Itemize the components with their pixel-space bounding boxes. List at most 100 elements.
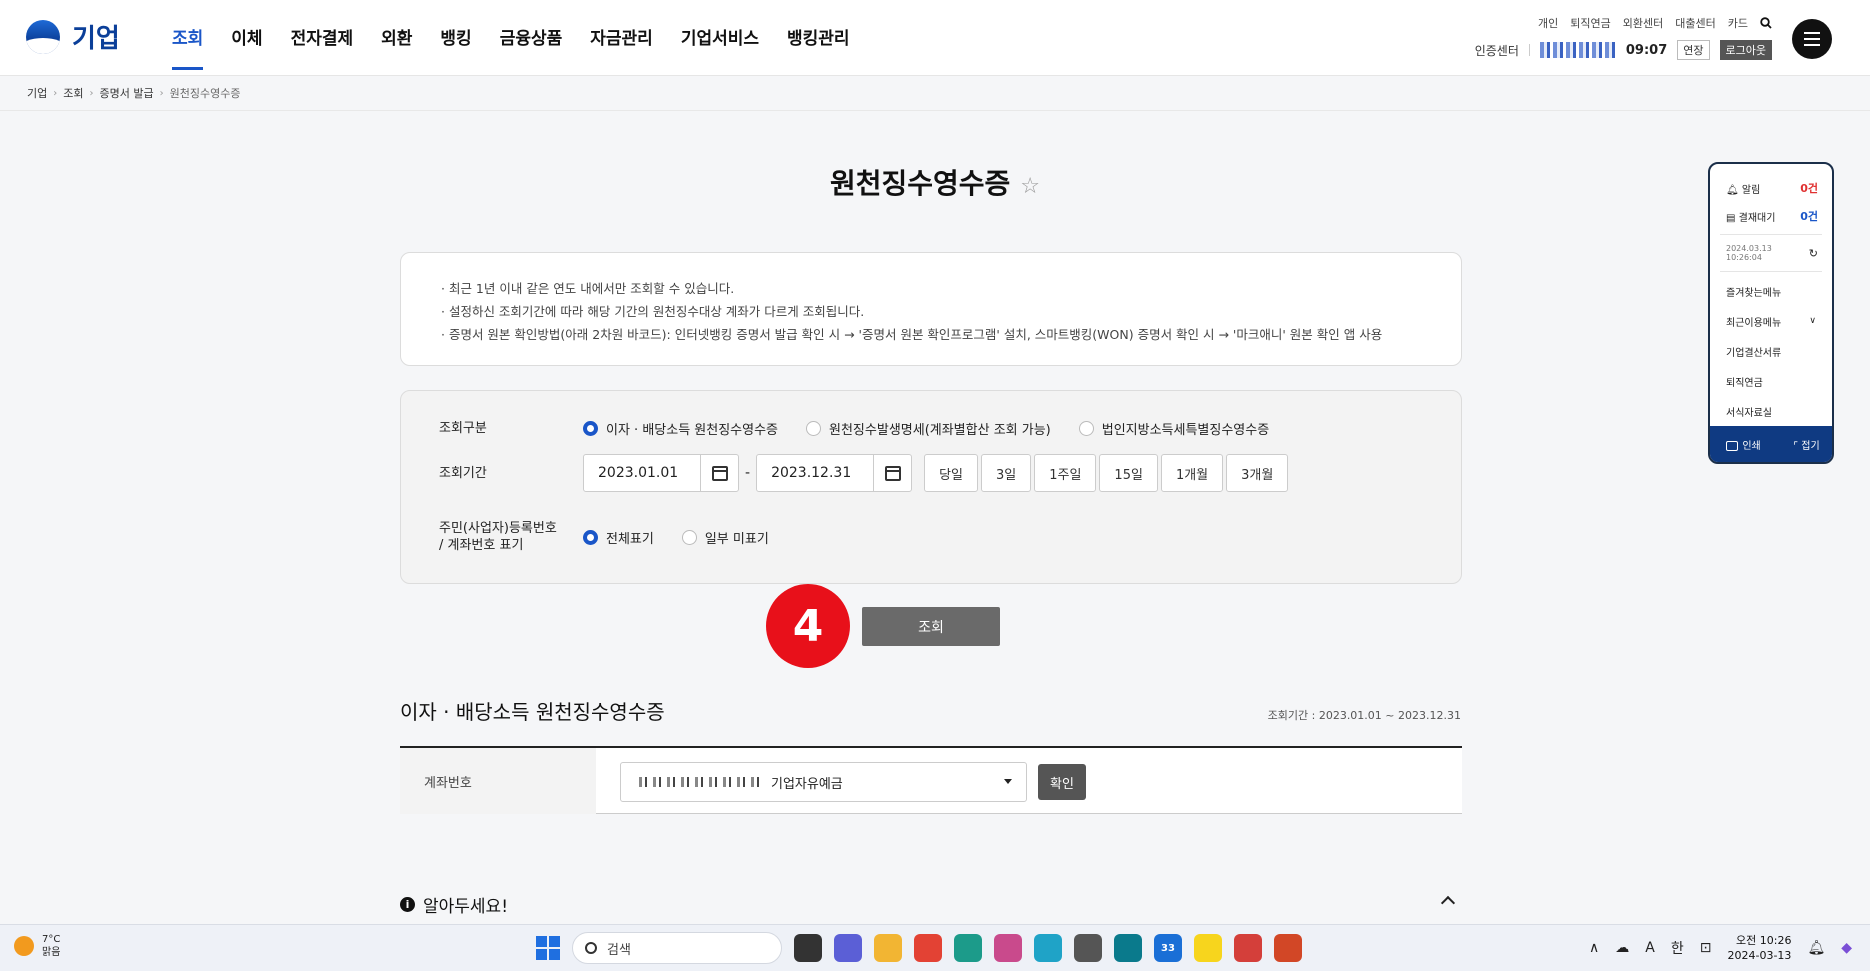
ime-indicator[interactable]: 한 bbox=[1671, 938, 1684, 958]
nav-banking-management[interactable]: 뱅킹관리 bbox=[787, 24, 850, 70]
radio-withholding-details[interactable]: 원천징수발생명세(계좌별합산 조회 가능) bbox=[806, 419, 1051, 438]
menu-icon-bar bbox=[1804, 38, 1820, 40]
quick-settlement-docs[interactable]: 기업결산서류 bbox=[1710, 336, 1832, 366]
file-explorer-icon[interactable] bbox=[874, 934, 902, 962]
end-date-input[interactable]: 2023.12.31 bbox=[756, 454, 913, 492]
end-date-calendar-button[interactable] bbox=[873, 455, 911, 491]
util-pension[interactable]: 퇴직연금 bbox=[1570, 15, 1610, 31]
nav-fund-management[interactable]: 자금관리 bbox=[590, 24, 653, 70]
copilot-icon[interactable]: ◆ bbox=[1841, 940, 1852, 956]
quick-approval-row[interactable]: ▤ 결재대기 0건 bbox=[1710, 202, 1832, 230]
font-icon[interactable]: A bbox=[1645, 940, 1655, 956]
site-header: 기업 조회 이체 전자결제 외환 뱅킹 금융상품 자금관리 기업서비스 뱅킹관리… bbox=[0, 0, 1870, 76]
notice-item: 최근 1년 이내 같은 연도 내에서만 조회할 수 있습니다. bbox=[441, 277, 1421, 300]
period-3days-button[interactable]: 3일 bbox=[980, 454, 1032, 492]
start-date-input[interactable]: 2023.01.01 bbox=[583, 454, 739, 492]
nav-banking[interactable]: 뱅킹 bbox=[440, 24, 471, 70]
calculator-icon[interactable] bbox=[1074, 934, 1102, 962]
quick-alert-row[interactable]: 🔔︎ 알림 0건 bbox=[1710, 174, 1832, 202]
windows-start-icon[interactable] bbox=[536, 936, 560, 960]
account-select[interactable]: 기업자유예금 bbox=[620, 762, 1027, 802]
task-view-icon[interactable] bbox=[794, 934, 822, 962]
masked-account-number bbox=[639, 777, 759, 787]
approval-count: 0건 bbox=[1800, 210, 1818, 223]
snipping-tool-icon[interactable] bbox=[994, 934, 1022, 962]
notice-section-header[interactable]: i 알아두세요! bbox=[400, 892, 508, 917]
refresh-icon[interactable]: ↻ bbox=[1809, 247, 1818, 260]
fold-button[interactable]: ⌜ 접기 bbox=[1793, 437, 1819, 452]
account-label: 계좌번호 bbox=[400, 748, 596, 814]
session-timer: 09:07 bbox=[1625, 42, 1668, 58]
period-1week-button[interactable]: 1주일 bbox=[1034, 454, 1097, 492]
search-button[interactable]: 조회 bbox=[862, 607, 1000, 646]
breadcrumb-home[interactable]: 기업 bbox=[27, 85, 47, 101]
nav-transfer[interactable]: 이체 bbox=[231, 24, 262, 70]
radio-interest-dividend[interactable]: 이자 · 배당소득 원천징수영수증 bbox=[583, 419, 778, 438]
network-icon[interactable]: ⊡ bbox=[1700, 940, 1712, 956]
os-taskbar: 7°C 맑음 검색 33 ∧ ☁ A 한 ⊡ 오전 10:26 2024-03-… bbox=[0, 924, 1870, 971]
sun-icon bbox=[14, 936, 34, 956]
display-option-row: 주민(사업자)등록번호 / 계좌번호 표기 전체표기 일부 미표기 bbox=[439, 519, 797, 555]
star-icon[interactable]: ☆ bbox=[1020, 174, 1040, 199]
terminal-icon[interactable] bbox=[1114, 934, 1142, 962]
nav-inquiry[interactable]: 조회 bbox=[172, 24, 204, 70]
notification-bell-icon[interactable]: 🔔︎ bbox=[1807, 940, 1825, 956]
start-date-calendar-button[interactable] bbox=[700, 455, 738, 491]
confirm-button[interactable]: 확인 bbox=[1038, 764, 1086, 800]
remote-app-icon[interactable]: 33 bbox=[1154, 934, 1182, 962]
edge-icon[interactable] bbox=[954, 934, 982, 962]
search-icon[interactable] bbox=[1760, 17, 1772, 29]
extend-session-button[interactable]: 연장 bbox=[1677, 40, 1710, 60]
quick-panel: 🔔︎ 알림 0건 ▤ 결재대기 0건 2024.03.13 10:26:04 ↻… bbox=[1708, 162, 1834, 464]
nav-corporate-services[interactable]: 기업서비스 bbox=[681, 24, 759, 70]
system-clock[interactable]: 오전 10:26 2024-03-13 bbox=[1728, 933, 1792, 963]
cloud-icon[interactable]: ☁ bbox=[1615, 940, 1629, 956]
breadcrumb-certificate[interactable]: 증명서 발급 bbox=[100, 85, 154, 101]
print-button[interactable]: 인쇄 bbox=[1726, 437, 1761, 452]
divider bbox=[1720, 234, 1822, 235]
store-app-icon[interactable] bbox=[1234, 934, 1262, 962]
nav-e-payment[interactable]: 전자결제 bbox=[291, 24, 354, 70]
period-today-button[interactable]: 당일 bbox=[924, 454, 978, 492]
taskbar-search[interactable]: 검색 bbox=[572, 932, 782, 964]
weather-widget[interactable]: 7°C 맑음 bbox=[14, 933, 60, 959]
util-loan-center[interactable]: 대출센터 bbox=[1675, 15, 1715, 31]
period-3months-button[interactable]: 3개월 bbox=[1226, 454, 1289, 492]
chevron-up-icon[interactable]: ∧ bbox=[1589, 940, 1599, 956]
util-card[interactable]: 카드 bbox=[1728, 15, 1748, 31]
period-1month-button[interactable]: 1개월 bbox=[1160, 454, 1224, 492]
calendar-icon bbox=[884, 465, 901, 481]
period-15days-button[interactable]: 15일 bbox=[1099, 454, 1158, 492]
chevron-up-icon[interactable] bbox=[1440, 895, 1456, 911]
nav-foreign-exchange[interactable]: 외환 bbox=[381, 24, 412, 70]
search-icon bbox=[585, 942, 597, 954]
session-bar: 인증센터 09:07 연장 로그아웃 bbox=[1475, 40, 1772, 60]
radio-full-display[interactable]: 전체표기 bbox=[583, 528, 654, 547]
hamburger-menu-button[interactable] bbox=[1792, 19, 1832, 59]
display-option-label-line1: 주민(사업자)등록번호 bbox=[439, 521, 557, 536]
chrome-icon[interactable] bbox=[914, 934, 942, 962]
quick-pension[interactable]: 퇴직연금 bbox=[1710, 366, 1832, 396]
kakaotalk-icon[interactable] bbox=[1194, 934, 1222, 962]
breadcrumb-inquiry[interactable]: 조회 bbox=[63, 85, 83, 101]
caret-down-icon bbox=[1004, 779, 1012, 784]
vector-app-icon[interactable] bbox=[1034, 934, 1062, 962]
radio-local-income-tax[interactable]: 법인지방소득세특별징수영수증 bbox=[1078, 419, 1269, 438]
quick-recent[interactable]: 최근이용메뉴 ∨ bbox=[1710, 306, 1832, 336]
bell-icon: 🔔︎ 알림 bbox=[1726, 184, 1761, 196]
chat-app-icon[interactable] bbox=[834, 934, 862, 962]
breadcrumb: 기업 › 조회 › 증명서 발급 › 원천징수영수증 bbox=[27, 85, 240, 101]
inquiry-type-row: 조회구분 이자 · 배당소득 원천징수영수증 원천징수발생명세(계좌별합산 조회… bbox=[439, 415, 1297, 441]
radio-partial-mask[interactable]: 일부 미표기 bbox=[681, 528, 769, 547]
logout-button[interactable]: 로그아웃 bbox=[1719, 40, 1772, 60]
cert-center-link[interactable]: 인증센터 bbox=[1475, 42, 1519, 59]
util-personal[interactable]: 개인 bbox=[1538, 15, 1558, 31]
quick-forms[interactable]: 서식자료실 bbox=[1710, 396, 1832, 426]
approval-label: 결재대기 bbox=[1738, 212, 1776, 224]
util-fx-center[interactable]: 외환센터 bbox=[1623, 15, 1663, 31]
quick-favorites[interactable]: 즐겨찾는메뉴 bbox=[1710, 276, 1832, 306]
powerpoint-icon[interactable] bbox=[1274, 934, 1302, 962]
quick-recent-label: 최근이용메뉴 bbox=[1726, 317, 1782, 329]
nav-products[interactable]: 금융상품 bbox=[500, 24, 563, 70]
logo[interactable]: 기업 bbox=[26, 18, 120, 55]
